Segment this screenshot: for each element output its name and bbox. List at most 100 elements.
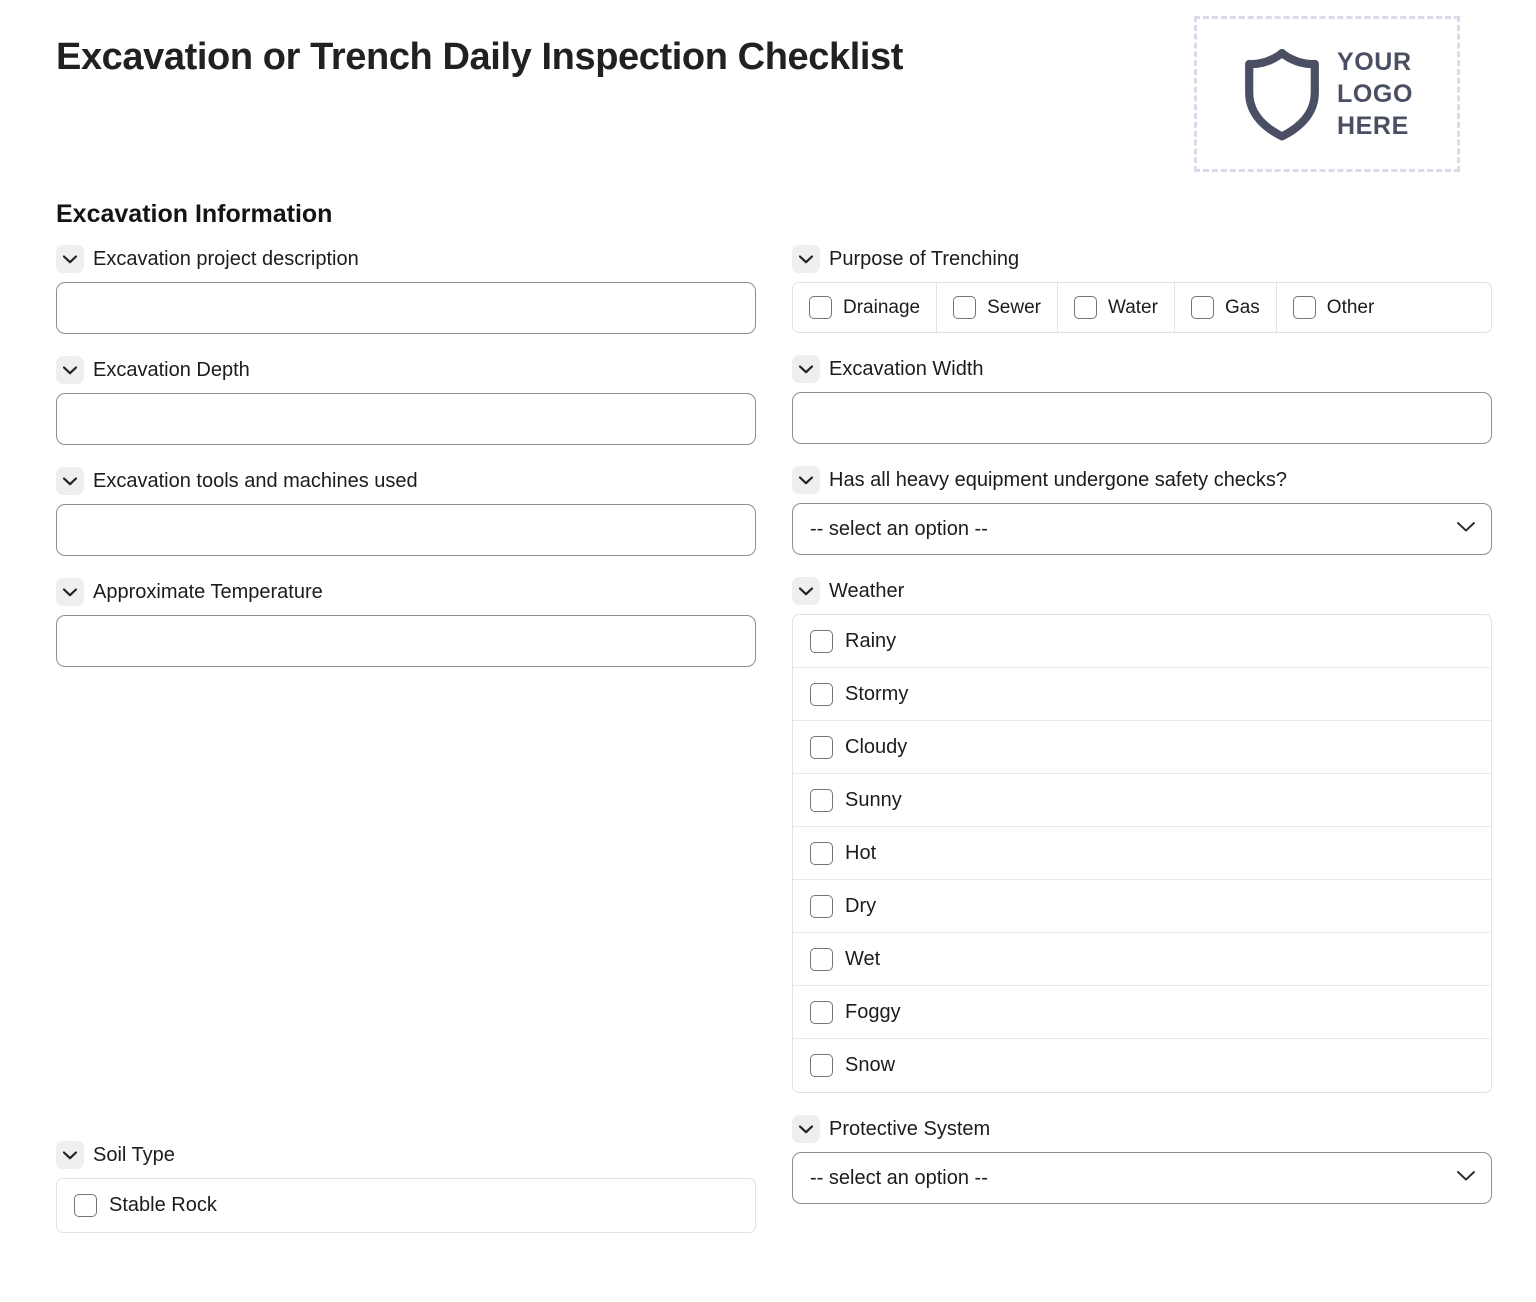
page-title: Excavation or Trench Daily Inspection Ch… [56, 36, 904, 78]
checkbox-label: Gas [1224, 296, 1260, 318]
checkbox-label: Foggy [845, 1000, 901, 1023]
chevron-down-icon[interactable] [56, 467, 84, 495]
field-header: Purpose of Trenching [792, 245, 1492, 273]
checkbox-unchecked-icon[interactable] [810, 1054, 833, 1077]
form-column-left: Excavation project description Excavatio… [56, 245, 756, 1255]
checkbox-unchecked-icon[interactable] [1190, 296, 1214, 319]
field-label: Excavation project description [93, 248, 359, 270]
form-column-right: Purpose of Trenching Drainage Sewer Water G… [792, 245, 1492, 1226]
checkbox-list-item[interactable]: Rainy [793, 615, 1491, 668]
select-value: -- select an option -- [810, 1166, 988, 1189]
checkbox-unchecked-icon[interactable] [810, 1000, 833, 1024]
checkbox-label: Stable Rock [109, 1194, 217, 1216]
soil-type-checkbox-list: Stable Rock [56, 1178, 756, 1233]
chevron-down-icon[interactable] [56, 1141, 84, 1169]
approximate-temperature-input[interactable] [56, 615, 756, 667]
field-header: Protective System [792, 1115, 1492, 1143]
checkbox-list-item[interactable]: Cloudy [793, 721, 1491, 774]
field-header: Has all heavy equipment undergone safety… [792, 466, 1492, 494]
chevron-down-icon[interactable] [56, 578, 84, 606]
checkbox-unchecked-icon[interactable] [1292, 296, 1316, 319]
checkbox-label: Cloudy [845, 735, 908, 758]
tools-and-machines-input[interactable] [56, 504, 756, 556]
checkbox-cell[interactable]: Water [1058, 283, 1175, 332]
field-label: Approximate Temperature [93, 581, 323, 603]
checkbox-label: Stormy [845, 682, 909, 705]
field-protective-system: Protective System -- select an option -- [792, 1115, 1492, 1204]
checkbox-unchecked-icon[interactable] [810, 682, 833, 706]
checkbox-label: Water [1107, 296, 1158, 318]
chevron-down-icon[interactable] [56, 356, 84, 384]
excavation-depth-input[interactable] [56, 393, 756, 445]
checkbox-unchecked-icon[interactable] [74, 1194, 97, 1217]
weather-checkbox-list: Rainy Stormy Cloudy Sunny Hot Dry Wet Foggy Snow [792, 614, 1492, 1093]
field-label: Protective System [829, 1118, 991, 1140]
field-label: Purpose of Trenching [829, 248, 1020, 270]
checkbox-label: Hot [845, 841, 877, 864]
checkbox-list-item[interactable]: Wet [793, 933, 1491, 986]
field-header: Weather [792, 577, 1492, 605]
field-tools-and-machines: Excavation tools and machines used [56, 467, 756, 556]
checkbox-unchecked-icon[interactable] [810, 788, 833, 812]
field-approximate-temperature: Approximate Temperature [56, 578, 756, 667]
field-heavy-equipment-safety: Has all heavy equipment undergone safety… [792, 466, 1492, 555]
chevron-down-icon[interactable] [792, 245, 820, 273]
checkbox-unchecked-icon[interactable] [810, 841, 833, 865]
checkbox-cell[interactable]: Other [1277, 283, 1391, 332]
field-header: Excavation project description [56, 245, 756, 273]
field-purpose-of-trenching: Purpose of Trenching Drainage Sewer Water G… [792, 245, 1492, 333]
chevron-down-icon[interactable] [792, 577, 820, 605]
checkbox-unchecked-icon[interactable] [810, 735, 833, 759]
chevron-down-icon[interactable] [792, 1115, 820, 1143]
field-project-description: Excavation project description [56, 245, 756, 334]
field-header: Soil Type [56, 1141, 756, 1169]
field-header: Excavation Width [792, 355, 1492, 383]
checkbox-list-item[interactable]: Stormy [793, 668, 1491, 721]
checkbox-unchecked-icon[interactable] [1073, 296, 1097, 319]
checkbox-unchecked-icon[interactable] [810, 894, 833, 918]
checkbox-list-item[interactable]: Snow [793, 1039, 1491, 1092]
checkbox-cell[interactable]: Gas [1175, 283, 1277, 332]
project-description-input[interactable] [56, 282, 756, 334]
chevron-down-icon[interactable] [792, 355, 820, 383]
checkbox-unchecked-icon[interactable] [810, 947, 833, 971]
logo-text: YOUR LOGO HERE [1337, 46, 1413, 142]
logo-placeholder[interactable]: YOUR LOGO HERE [1194, 16, 1460, 172]
heavy-equipment-safety-select[interactable]: -- select an option -- [792, 503, 1492, 555]
page-header: Excavation or Trench Daily Inspection Ch… [56, 0, 1480, 200]
checkbox-cell[interactable]: Sewer [937, 283, 1058, 332]
checkbox-list-item[interactable]: Sunny [793, 774, 1491, 827]
checkbox-list-item[interactable]: Hot [793, 827, 1491, 880]
checkbox-label: Other [1326, 296, 1375, 318]
checkbox-label: Sunny [845, 788, 902, 811]
excavation-width-input[interactable] [792, 392, 1492, 444]
checkbox-list-item[interactable]: Stable Rock [57, 1179, 755, 1232]
chevron-down-icon [1456, 1169, 1476, 1187]
checkbox-list-item[interactable]: Foggy [793, 986, 1491, 1039]
field-excavation-width: Excavation Width [792, 355, 1492, 444]
field-label: Soil Type [93, 1144, 175, 1166]
purpose-of-trenching-checkbox-strip: Drainage Sewer Water Gas Other [792, 282, 1492, 333]
column-spacer [56, 689, 756, 1141]
chevron-down-icon[interactable] [792, 466, 820, 494]
protective-system-select[interactable]: -- select an option -- [792, 1152, 1492, 1204]
field-weather: Weather Rainy Stormy Cloudy Sunny Hot Dry Wet F… [792, 577, 1492, 1093]
checkbox-unchecked-icon[interactable] [953, 296, 977, 319]
field-excavation-depth: Excavation Depth [56, 356, 756, 445]
field-header: Excavation tools and machines used [56, 467, 756, 495]
field-soil-type: Soil Type Stable Rock [56, 1141, 756, 1233]
field-header: Approximate Temperature [56, 578, 756, 606]
checkbox-cell[interactable]: Drainage [793, 283, 938, 332]
form-grid: Excavation project description Excavatio… [56, 245, 1492, 1255]
checkbox-label: Sewer [987, 296, 1041, 318]
field-label: Has all heavy equipment undergone safety… [829, 469, 1288, 491]
chevron-down-icon[interactable] [56, 245, 84, 273]
field-header: Excavation Depth [56, 356, 756, 384]
checkbox-unchecked-icon[interactable] [809, 296, 832, 319]
field-label: Weather [829, 580, 905, 602]
inspection-checklist-page: Excavation or Trench Daily Inspection Ch… [0, 0, 1536, 1302]
checkbox-list-item[interactable]: Dry [793, 880, 1491, 933]
checkbox-label: Dry [845, 894, 877, 917]
checkbox-unchecked-icon[interactable] [810, 629, 833, 653]
checkbox-label: Drainage [843, 296, 921, 318]
